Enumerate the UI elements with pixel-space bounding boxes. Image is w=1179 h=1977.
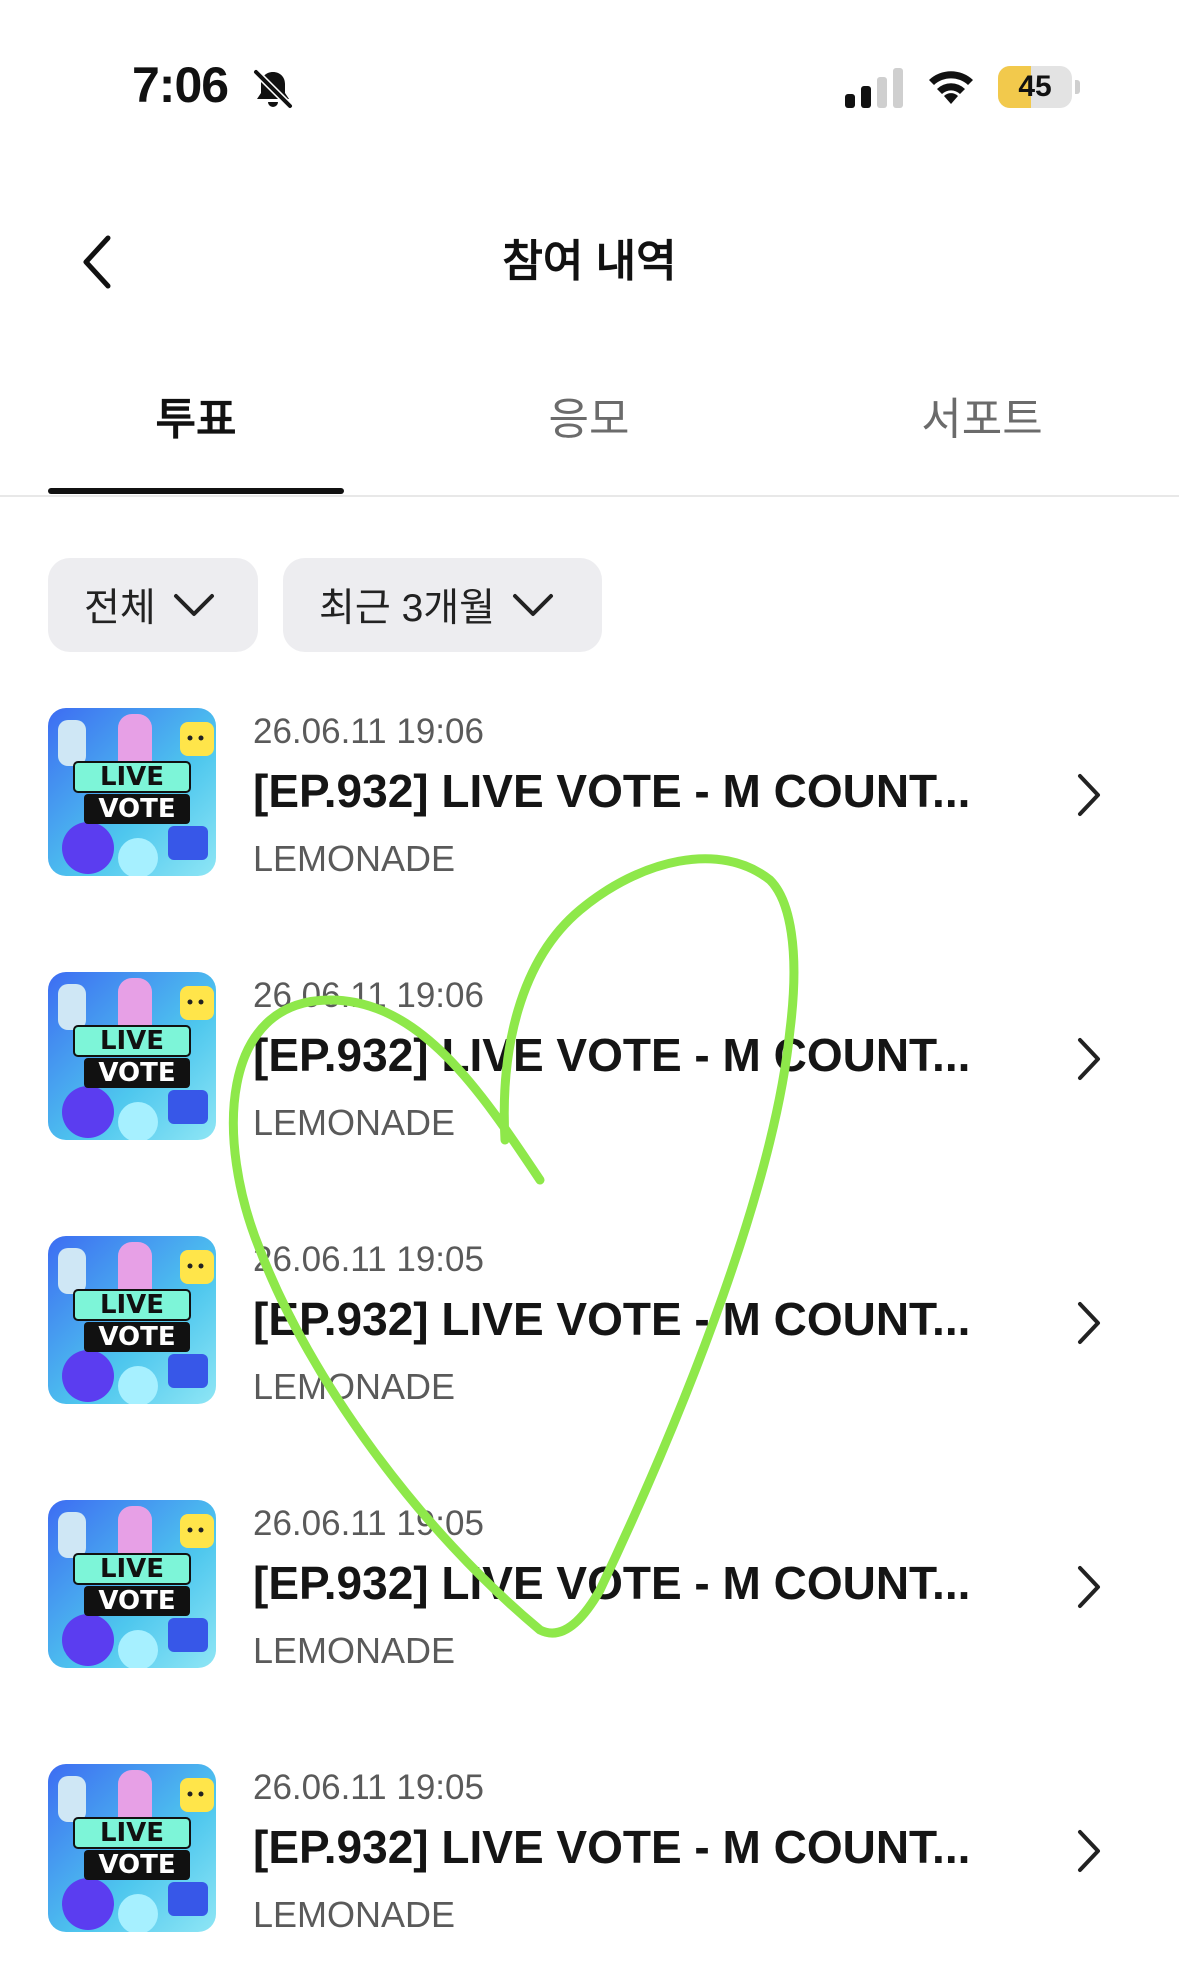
item-title: [EP.932] LIVE VOTE - M COUNT... [253,1557,971,1609]
tab-entry[interactable]: 응모 [439,380,739,460]
chevron-right-icon [1078,1038,1100,1080]
thumbnail-text-vote: VOTE [98,1058,176,1088]
category-filter-label: 전체 [84,587,156,630]
thumbnail-text-vote: VOTE [98,1850,176,1880]
item-title: [EP.932] LIVE VOTE - M COUNT... [253,1821,971,1873]
item-date: 26.06.11 19:06 [253,976,484,1015]
live-vote-thumbnail: LIVE VOTE [48,1236,216,1404]
thumbnail-text-vote: VOTE [98,794,176,824]
thumbnail-text-vote: VOTE [98,1586,176,1616]
thumbnail-text-vote: VOTE [98,1322,176,1352]
item-artist: LEMONADE [253,838,456,879]
status-bar: 7:06 45 [0,0,1179,170]
thumbnail-text-live: LIVE [99,1290,165,1320]
thumbnail-text-live: LIVE [99,762,165,792]
thumbnail-text-live: LIVE [99,1818,165,1848]
item-title: [EP.932] LIVE VOTE - M COUNT... [253,765,971,817]
battery-indicator: 45 [998,66,1082,108]
live-vote-thumbnail: LIVE VOTE [48,1500,216,1668]
tab-active-indicator [48,488,344,494]
tab-vote[interactable]: 투표 [46,380,346,460]
list-item[interactable]: LIVE VOTE 26.06.11 19:06 [EP.932] LIVE VO… [0,972,1179,1172]
divider [0,495,1179,497]
item-artist: LEMONADE [253,1894,456,1935]
wifi-icon [929,71,973,104]
cellular-signal-icon [845,68,903,108]
live-vote-thumbnail: LIVE VOTE [48,972,216,1140]
item-date: 26.06.11 19:05 [253,1768,484,1807]
chevron-down-icon [513,594,554,616]
thumbnail-text-live: LIVE [99,1554,165,1584]
item-artist: LEMONADE [253,1102,456,1143]
item-title: [EP.932] LIVE VOTE - M COUNT... [253,1293,971,1345]
list-item[interactable]: LIVE VOTE 26.06.11 19:05 [EP.932] LIVE VO… [0,1764,1179,1964]
chevron-right-icon [1078,1566,1100,1608]
category-filter-dropdown[interactable]: 전체 [48,558,258,652]
live-vote-thumbnail: LIVE VOTE [48,708,216,876]
item-date: 26.06.11 19:05 [253,1504,484,1543]
list-item[interactable]: LIVE VOTE 26.06.11 19:05 [EP.932] LIVE VO… [0,1236,1179,1436]
item-title: [EP.932] LIVE VOTE - M COUNT... [253,1029,971,1081]
item-artist: LEMONADE [253,1630,456,1671]
battery-percent: 45 [1018,70,1052,103]
thumbnail-text-live: LIVE [99,1026,165,1056]
tab-support[interactable]: 서포트 [832,380,1132,460]
chevron-right-icon [1078,774,1100,816]
period-filter-label: 최근 3개월 [319,587,496,630]
page-title: 참여 내역 [502,237,677,286]
bell-slash-icon [252,68,294,110]
item-date: 26.06.11 19:06 [253,712,484,751]
chevron-right-icon [1078,1302,1100,1344]
chevron-right-icon [1078,1830,1100,1872]
live-vote-thumbnail: LIVE VOTE [48,1764,216,1932]
item-artist: LEMONADE [253,1366,456,1407]
chevron-down-icon [173,594,214,616]
list-item[interactable]: LIVE VOTE 26.06.11 19:06 [EP.932] LIVE VO… [0,708,1179,908]
item-date: 26.06.11 19:05 [253,1240,484,1279]
tab-bar: 투표 응모 서포트 [0,380,1179,495]
period-filter-dropdown[interactable]: 최근 3개월 [283,558,602,652]
list-item[interactable]: LIVE VOTE 26.06.11 19:05 [EP.932] LIVE VO… [0,1500,1179,1700]
status-time: 7:06 [132,57,229,113]
